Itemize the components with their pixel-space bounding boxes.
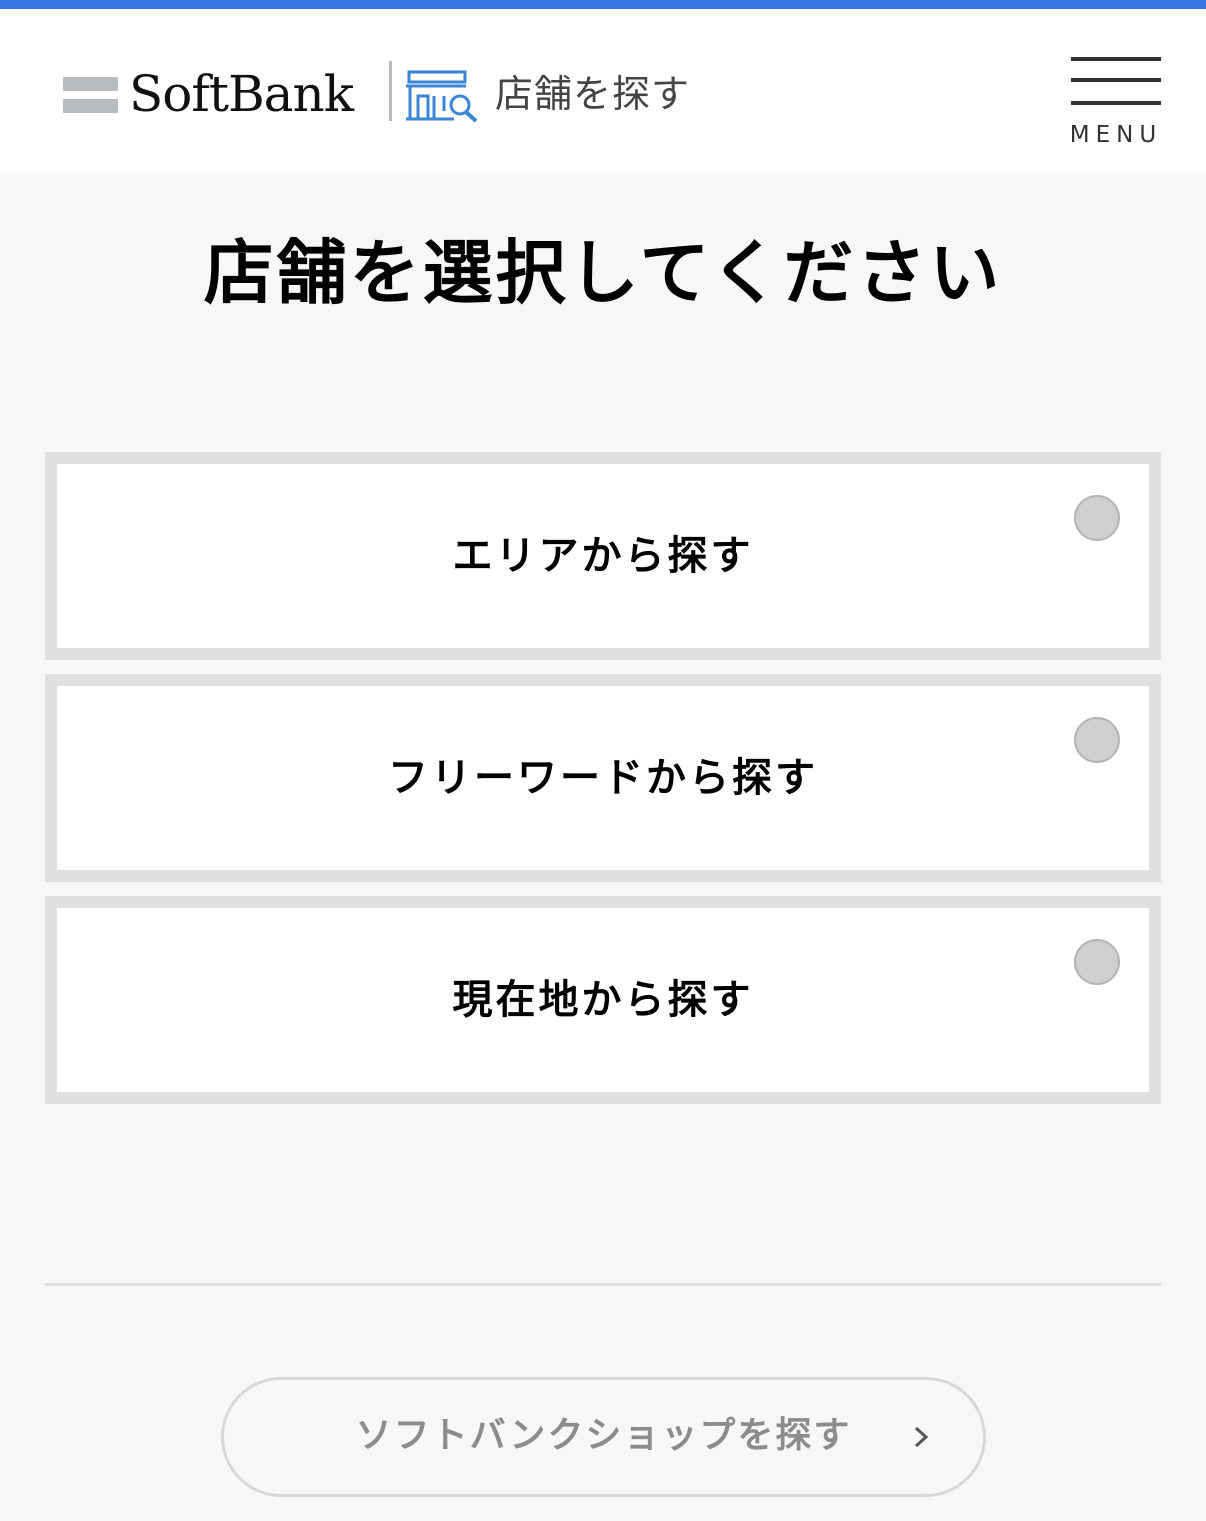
page-title: 店舗を選択してください (203, 232, 1003, 314)
option-search-by-current-location[interactable]: 現在地から探す (45, 896, 1161, 1104)
option-label: エリアから探す (452, 533, 754, 579)
softbank-bars-icon (63, 74, 118, 114)
hamburger-icon (1071, 57, 1161, 61)
search-softbank-shop-button[interactable]: ソフトバンクショップを探す (221, 1377, 986, 1497)
option-label: 現在地から探す (452, 977, 754, 1023)
header-divider (389, 61, 392, 121)
radio-button[interactable] (1074, 717, 1120, 763)
shop-button-label: ソフトバンクショップを探す (355, 1415, 852, 1456)
logo-text: SoftBank (128, 65, 354, 123)
menu-label: MENU (1069, 122, 1163, 148)
option-label: フリーワードから探す (388, 755, 818, 801)
hamburger-line (1071, 101, 1161, 105)
chevron-right-icon (914, 1426, 929, 1448)
menu-button[interactable]: MENU (1060, 47, 1172, 151)
store-search-icon (406, 70, 478, 123)
top-accent-bar (0, 0, 1206, 9)
option-search-by-freeword[interactable]: フリーワードから探す (45, 674, 1161, 882)
softbank-logo[interactable]: SoftBank (63, 65, 354, 123)
radio-button[interactable] (1074, 939, 1120, 985)
site-header: SoftBank 店舗を探す MENU (0, 9, 1206, 173)
option-search-by-area[interactable]: エリアから探す (45, 452, 1161, 660)
hamburger-line (1071, 78, 1161, 82)
section-divider (45, 1283, 1161, 1286)
header-section-title[interactable]: 店舗を探す (495, 69, 690, 119)
radio-button[interactable] (1074, 495, 1120, 541)
